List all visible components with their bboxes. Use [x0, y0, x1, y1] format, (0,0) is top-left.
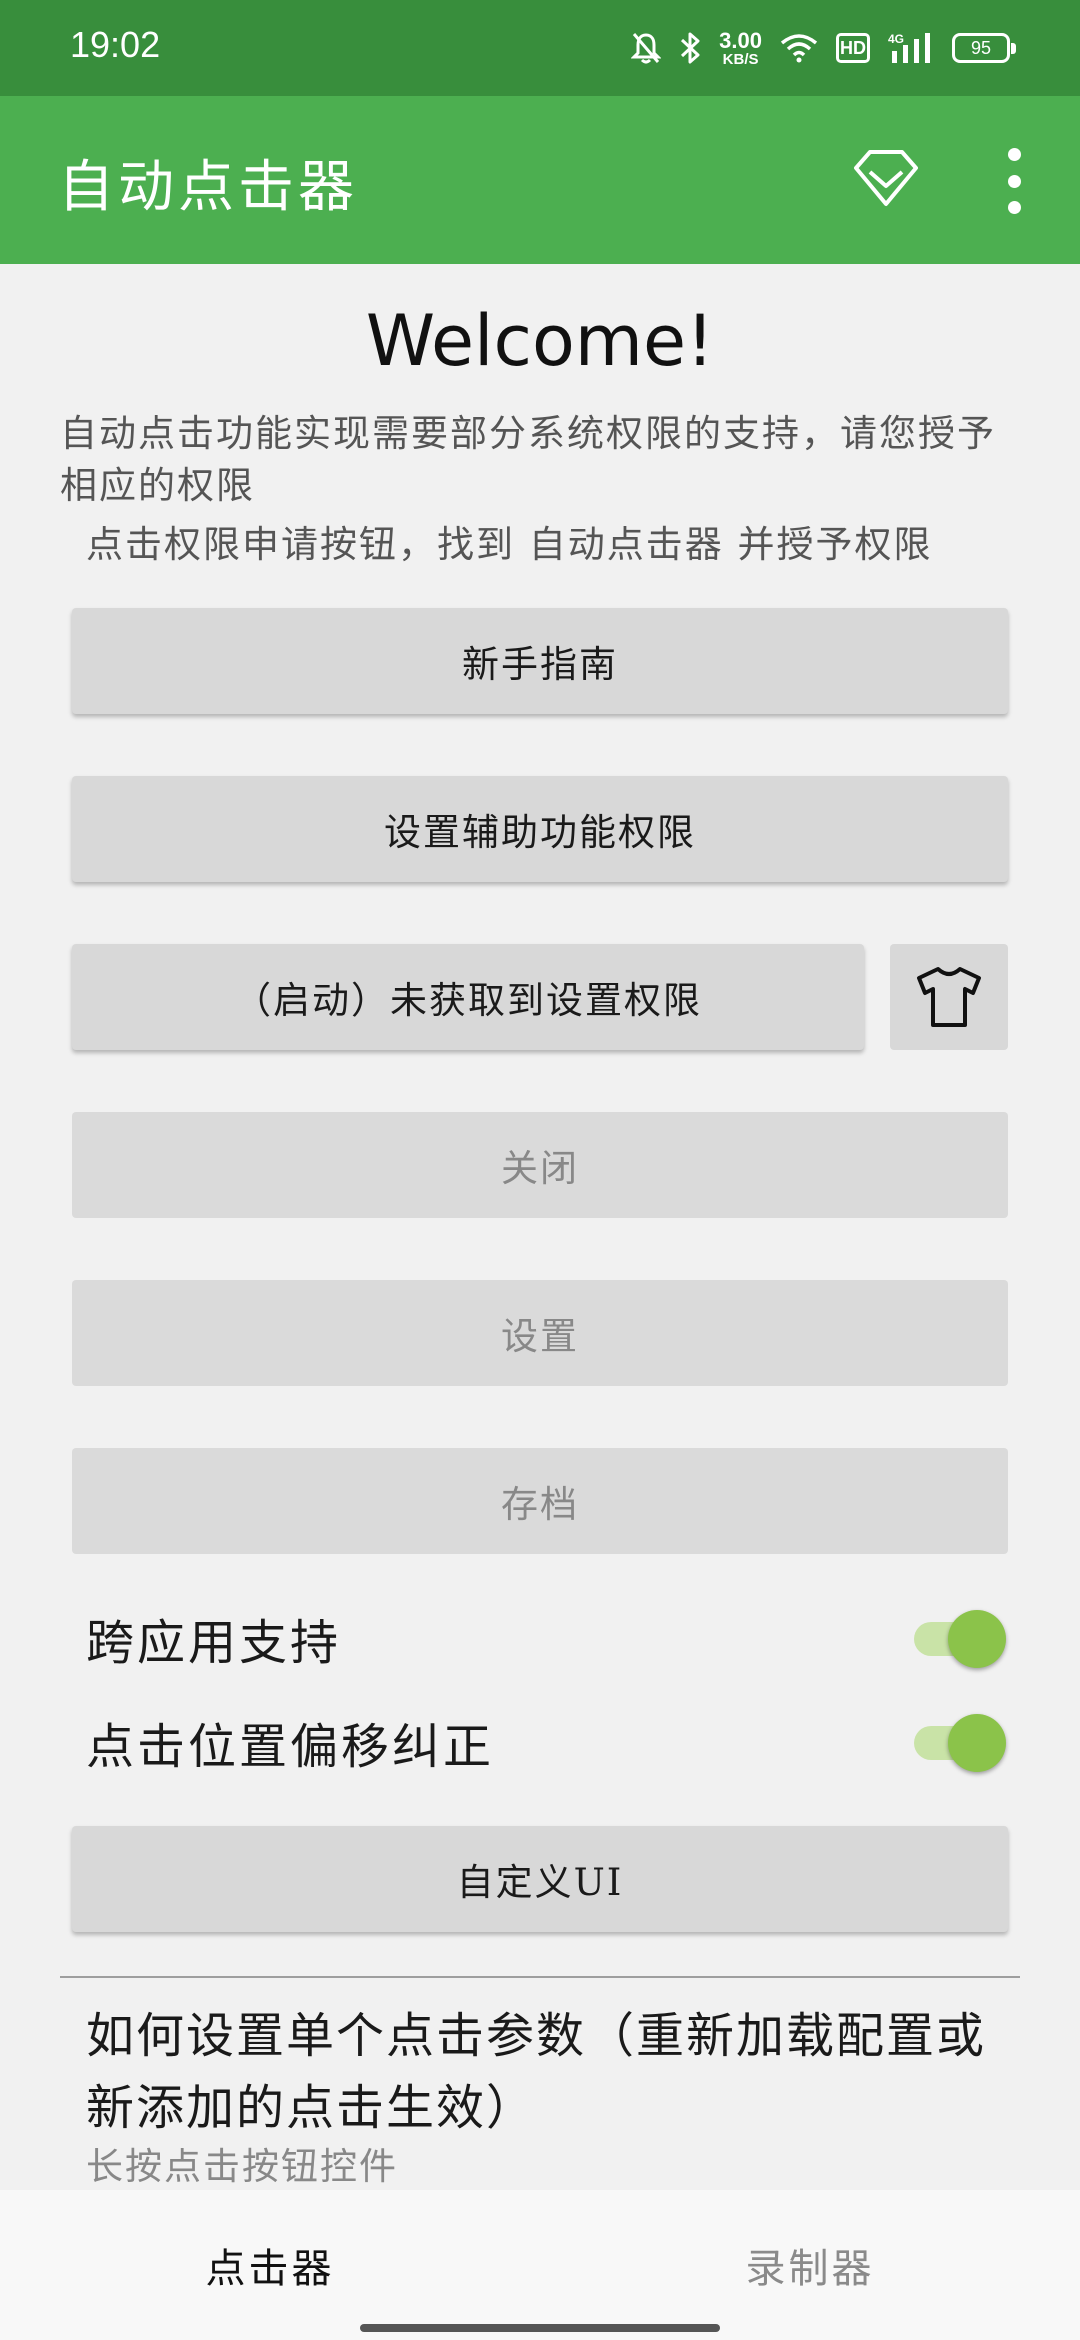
- permission-description: 自动点击功能实现需要部分系统权限的支持，请您授予相应的权限: [60, 412, 996, 507]
- bluetooth-icon: [681, 32, 700, 64]
- shirt-icon: [917, 967, 981, 1027]
- divider: [60, 1976, 1020, 1978]
- tab-recorder[interactable]: 录制器: [540, 2190, 1080, 2340]
- archive-button[interactable]: 存档: [72, 1448, 1008, 1554]
- premium-button[interactable]: [850, 142, 922, 214]
- status-icons: 3.00 KB/S HD 4G 95: [631, 22, 1016, 74]
- net-speed: 3.00 KB/S: [719, 27, 762, 68]
- close-button[interactable]: 关闭: [72, 1112, 1008, 1218]
- battery-level: 95: [970, 37, 992, 58]
- wifi-icon: [780, 34, 818, 63]
- welcome-heading: Welcome!: [365, 300, 715, 382]
- diamond-icon: [854, 150, 918, 206]
- more-options-button[interactable]: [996, 148, 1032, 214]
- offset-fix-switch[interactable]: [910, 1710, 1006, 1774]
- status-time: 19:02: [70, 24, 161, 65]
- signal-icon: 4G: [888, 32, 930, 63]
- home-indicator[interactable]: [360, 2324, 720, 2332]
- faq-subtitle: 长按点击按钮控件: [86, 2145, 398, 2188]
- cross-app-row: 跨应用支持: [86, 1598, 1006, 1678]
- permission-hint: 点击权限申请按钮，找到 自动点击器 并授予权限: [86, 523, 933, 566]
- app-title: 自动点击器: [58, 155, 358, 220]
- accessibility-permission-button[interactable]: 设置辅助功能权限: [72, 776, 1008, 882]
- offset-fix-label: 点击位置偏移纠正: [86, 1719, 495, 1775]
- faq-title: 如何设置单个点击参数（重新加载配置或新添加的点击生效）: [86, 2008, 987, 2136]
- tab-clicker[interactable]: 点击器: [0, 2190, 540, 2340]
- more-vert-icon: [1007, 148, 1021, 161]
- net-speed-unit: KB/S: [722, 50, 759, 68]
- mute-bell-icon: [631, 33, 662, 64]
- status-bar: 19:02 3.00 KB/S HD 4G 95: [0, 0, 1080, 96]
- offset-fix-row: 点击位置偏移纠正: [86, 1702, 1006, 1782]
- battery-icon: 95: [952, 33, 1016, 63]
- net-speed-value: 3.00: [719, 27, 762, 53]
- settings-button[interactable]: 设置: [72, 1280, 1008, 1386]
- bottom-nav: 点击器 录制器: [0, 2190, 1080, 2340]
- cross-app-switch[interactable]: [910, 1606, 1006, 1670]
- start-button[interactable]: （启动）未获取到设置权限: [72, 944, 864, 1050]
- hd-badge: HD: [836, 33, 870, 63]
- guide-button[interactable]: 新手指南: [72, 608, 1008, 714]
- custom-ui-button[interactable]: 自定义UI: [72, 1826, 1008, 1932]
- theme-button[interactable]: [890, 944, 1008, 1050]
- cross-app-label: 跨应用支持: [86, 1615, 342, 1671]
- signal-label: 4G: [888, 32, 904, 46]
